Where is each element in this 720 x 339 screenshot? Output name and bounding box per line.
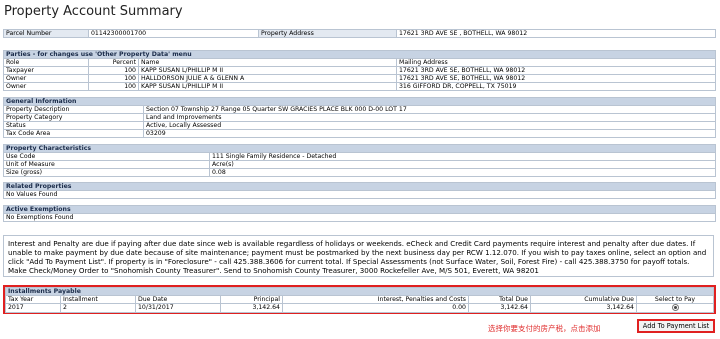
payment-notice: Interest and Penalty are due if paying a… [3, 235, 714, 277]
annotation-text: 选择你要支付的房产税，点击添加 [488, 324, 601, 333]
col-installment: Installment [60, 295, 136, 304]
characteristics-header: Property Characteristics [3, 144, 716, 153]
select-to-pay-cell [636, 303, 714, 313]
col-interest: Interest, Penalties and Costs [282, 295, 469, 304]
exemptions-value: No Exemptions Found [3, 213, 716, 222]
row-label: Size (gross) [3, 168, 210, 177]
row-value: Land and Improvements [143, 113, 716, 122]
party-address: 316 GIFFORD DR, COPPELL, TX 75019 [396, 82, 716, 91]
party-role: Owner [3, 74, 89, 83]
add-to-payment-list-label: Add To Payment List [642, 322, 710, 330]
principal: 3,142.64 [220, 303, 283, 313]
table-row: Owner 100 KAPP SUSAN L/PHILLIP M II 316 … [3, 82, 716, 91]
col-total-due: Total Due [468, 295, 531, 304]
add-to-payment-list-button[interactable]: Add To Payment List [637, 319, 715, 333]
general-info-header: General Information [3, 97, 716, 106]
related-properties-table: Related Properties No Values Found [3, 182, 716, 199]
table-row: Taxpayer 100 KAPP SUSAN L/PHILLIP M II 1… [3, 66, 716, 75]
characteristics-table: Property Characteristics Use Code 111 Sin… [3, 144, 716, 177]
cumulative-due: 3,142.64 [530, 303, 637, 313]
due-date: 10/31/2017 [135, 303, 221, 313]
general-info-table: General Information Property Description… [3, 97, 716, 138]
interest: 0.00 [282, 303, 469, 313]
col-mailing-address: Mailing Address [396, 58, 716, 67]
col-tax-year: Tax Year [5, 295, 61, 304]
table-row: Owner 100 HALLDORSON JULIE A & GLENN A 1… [3, 74, 716, 83]
exemptions-table: Active Exemptions No Exemptions Found [3, 205, 716, 222]
row-value: 111 Single Family Residence - Detached [209, 152, 716, 161]
total-due: 3,142.64 [468, 303, 531, 313]
party-percent: 100 [88, 66, 139, 75]
parties-table: Parties - for changes use 'Other Propert… [3, 50, 716, 91]
installments-table: Installments Payable Tax Year Installmen… [5, 287, 714, 313]
related-properties-value: No Values Found [3, 190, 716, 199]
parties-header: Parties - for changes use 'Other Propert… [3, 50, 716, 59]
party-address: 17621 3RD AVE SE, BOTHELL, WA 98012 [396, 74, 716, 83]
col-principal: Principal [220, 295, 283, 304]
party-percent: 100 [88, 82, 139, 91]
parcel-number-value: 01142300001700 [88, 29, 259, 38]
party-name: KAPP SUSAN L/PHILLIP M II [138, 82, 397, 91]
tax-year: 2017 [5, 303, 61, 313]
row-label: Property Category [3, 113, 144, 122]
row-value: 03209 [143, 129, 716, 138]
row-label: Unit of Measure [3, 160, 210, 169]
row-value: Section 07 Township 27 Range 05 Quarter … [143, 105, 716, 114]
table-row: 2017 2 10/31/2017 3,142.64 0.00 3,142.64… [5, 303, 714, 313]
col-cumulative-due: Cumulative Due [530, 295, 637, 304]
party-address: 17621 3RD AVE SE, BOTHELL, WA 98012 [396, 66, 716, 75]
parcel-number-label: Parcel Number [3, 29, 89, 38]
col-name: Name [138, 58, 397, 67]
party-percent: 100 [88, 74, 139, 83]
row-label: Tax Code Area [3, 129, 144, 138]
row-label: Property Description [3, 105, 144, 114]
row-value: Acre(s) [209, 160, 716, 169]
related-properties-header: Related Properties [3, 182, 716, 191]
property-address-label: Property Address [258, 29, 397, 38]
row-label: Status [3, 121, 144, 130]
installments-header: Installments Payable [5, 287, 714, 296]
installment: 2 [60, 303, 136, 313]
row-value: Active, Locally Assessed [143, 121, 716, 130]
property-address-value: 17621 3RD AVE SE , BOTHELL, WA 98012 [396, 29, 716, 38]
party-role: Taxpayer [3, 66, 89, 75]
exemptions-header: Active Exemptions [3, 205, 716, 214]
party-name: HALLDORSON JULIE A & GLENN A [138, 74, 397, 83]
page-title: Property Account Summary [4, 4, 183, 19]
row-label: Use Code [3, 152, 210, 161]
col-percent: Percent [88, 58, 139, 67]
row-value: 0.08 [209, 168, 716, 177]
col-due-date: Due Date [135, 295, 221, 304]
parcel-table: Parcel Number 01142300001700 Property Ad… [3, 29, 716, 38]
select-to-pay-radio[interactable] [671, 304, 679, 311]
party-role: Owner [3, 82, 89, 91]
col-role: Role [3, 58, 89, 67]
party-name: KAPP SUSAN L/PHILLIP M II [138, 66, 397, 75]
col-select-to-pay: Select to Pay [636, 295, 714, 304]
